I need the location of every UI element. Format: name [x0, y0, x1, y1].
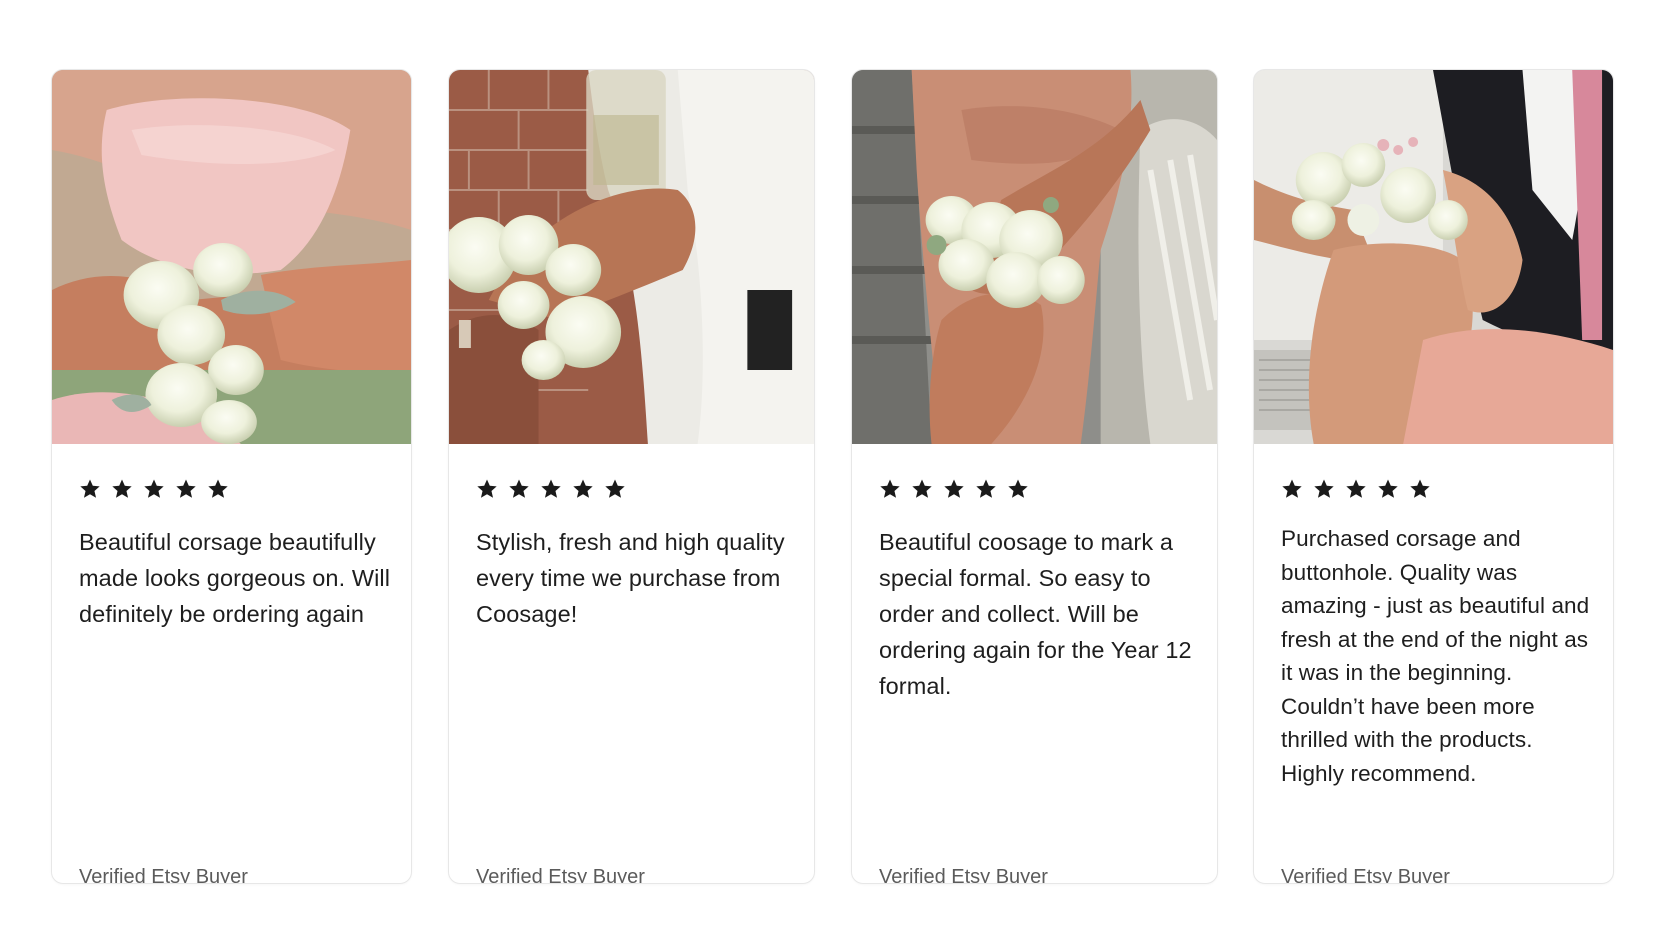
star-icon — [207, 478, 229, 500]
star-icon — [476, 478, 498, 500]
star-icon — [879, 478, 901, 500]
rating-stars — [476, 478, 796, 500]
review-card: Purchased corsage and buttonhole. Qualit… — [1253, 69, 1614, 884]
star-icon — [508, 478, 530, 500]
review-text: Purchased corsage and buttonhole. Qualit… — [1281, 526, 1590, 786]
star-icon — [943, 478, 965, 500]
review-author: Verified Etsy Buyer — [79, 866, 248, 884]
review-text: Beautiful coosage to mark a special form… — [879, 529, 1192, 699]
rating-stars — [79, 478, 393, 500]
star-icon — [1313, 478, 1335, 500]
review-text: Beautiful corsage beautifully made looks… — [79, 529, 391, 627]
review-card: Beautiful coosage to mark a special form… — [851, 69, 1218, 884]
rating-stars — [879, 478, 1199, 500]
star-icon — [79, 478, 101, 500]
review-photo — [852, 70, 1217, 444]
star-icon — [1345, 478, 1367, 500]
review-card: Stylish, fresh and high quality every ti… — [448, 69, 815, 884]
star-icon — [604, 478, 626, 500]
reviews-section: Beautiful corsage beautifully made looks… — [0, 0, 1659, 948]
star-icon — [143, 478, 165, 500]
review-photo — [1254, 70, 1613, 444]
review-author: Verified Etsy Buyer — [476, 866, 645, 884]
star-icon — [1409, 478, 1431, 500]
rating-stars — [1281, 478, 1595, 500]
star-icon — [111, 478, 133, 500]
star-icon — [1281, 478, 1303, 500]
review-author: Verified Etsy Buyer — [1281, 866, 1450, 884]
review-author: Verified Etsy Buyer — [879, 866, 1048, 884]
star-icon — [540, 478, 562, 500]
review-photo — [449, 70, 814, 444]
review-card: Beautiful corsage beautifully made looks… — [51, 69, 412, 884]
star-icon — [175, 478, 197, 500]
star-icon — [1377, 478, 1399, 500]
review-text: Stylish, fresh and high quality every ti… — [476, 529, 785, 627]
star-icon — [1007, 478, 1029, 500]
star-icon — [975, 478, 997, 500]
review-photo — [52, 70, 411, 444]
star-icon — [911, 478, 933, 500]
star-icon — [572, 478, 594, 500]
